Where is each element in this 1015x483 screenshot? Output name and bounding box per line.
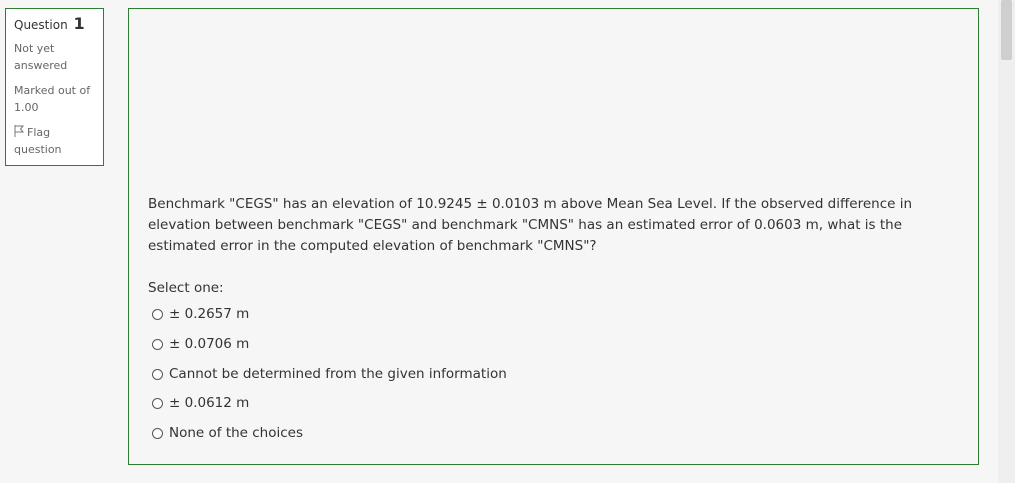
question-info-panel: Question 1 Not yet answered Marked out o… <box>5 8 104 166</box>
question-label: Question <box>14 18 68 32</box>
answer-option-label: ± 0.0706 m <box>169 336 250 352</box>
answer-option-e[interactable]: None of the choices <box>152 425 303 441</box>
question-marks: Marked out of 1.00 <box>14 84 91 114</box>
flag-icon <box>14 125 24 137</box>
answer-option-label: None of the choices <box>169 425 304 441</box>
vertical-scrollbar[interactable] <box>998 0 1015 483</box>
radio-icon[interactable] <box>152 308 163 320</box>
flag-question-link[interactable]: Flag question <box>14 124 95 158</box>
answer-option-c[interactable]: Cannot be determined from the given info… <box>152 366 507 382</box>
question-status: Not yet answered <box>14 42 68 72</box>
answer-option-b[interactable]: ± 0.0706 m <box>152 336 249 352</box>
radio-icon[interactable] <box>152 368 163 380</box>
question-content-panel: Benchmark "CEGS" has an elevation of 10.… <box>128 8 979 465</box>
radio-icon[interactable] <box>152 427 163 439</box>
question-text: Benchmark "CEGS" has an elevation of 10.… <box>148 196 913 254</box>
select-one-prompt: Select one: <box>148 280 224 296</box>
answer-option-label: Cannot be determined from the given info… <box>169 366 507 382</box>
answer-option-a[interactable]: ± 0.2657 m <box>152 306 249 322</box>
radio-icon[interactable] <box>152 338 163 350</box>
answer-option-label: ± 0.2657 m <box>169 306 250 322</box>
radio-icon[interactable] <box>152 397 163 409</box>
scrollbar-thumb[interactable] <box>1001 0 1012 60</box>
answer-option-label: ± 0.0612 m <box>169 395 250 411</box>
question-number: 1 <box>73 14 85 33</box>
question-number-heading: Question 1 <box>14 15 95 34</box>
answer-option-d[interactable]: ± 0.0612 m <box>152 395 249 411</box>
